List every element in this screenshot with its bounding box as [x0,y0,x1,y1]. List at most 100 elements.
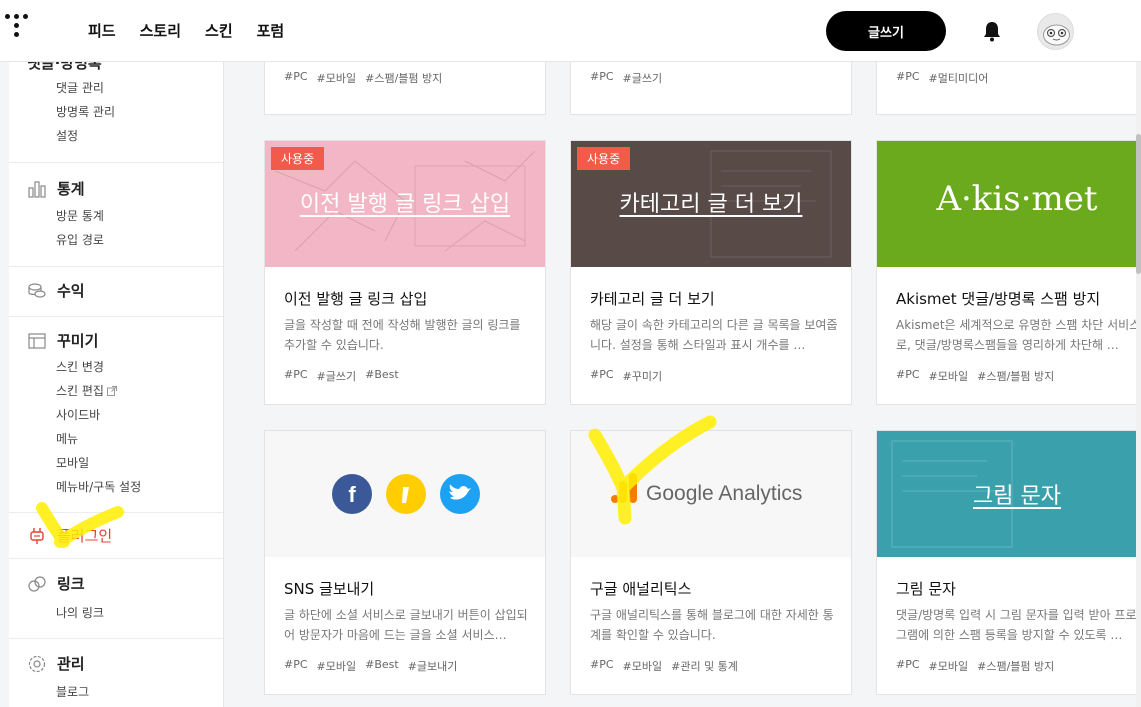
tag[interactable]: #PC [590,368,614,384]
tag[interactable]: #PC [896,70,920,86]
tag[interactable]: #PC [284,70,308,86]
link-icon [28,575,46,592]
plugin-description: 구글 애널리틱스를 통해 블로그에 대한 자세한 통계를 확인할 수 있습니다. [590,608,834,642]
sidebar-item-menu[interactable]: 메뉴 [56,430,78,447]
layout-icon [28,332,46,349]
plugin-card-captcha[interactable]: 그림 문자 그림 문자 댓글/방명록 입력 시 그림 문자를 입력 받아 프로그… [876,430,1136,695]
plugin-thumbnail: 그림 문자 [877,431,1136,557]
plugin-card-akismet[interactable]: A·kis·met Akismet 댓글/방명록 스팸 방지 Akismet은 … [876,140,1136,405]
plugin-thumbnail: Google Analytics [571,431,851,557]
plugin-title: 카테고리 글 더 보기 [590,290,715,308]
gear-icon [28,655,46,672]
sidebar-section-revenue: 수익 [9,266,223,316]
sidebar-item-mobile[interactable]: 모바일 [56,454,89,471]
sidebar-item-guestbook-manage[interactable]: 방명록 관리 [56,103,115,120]
tag[interactable]: #Best [365,658,399,674]
tag[interactable]: #모바일 [929,658,969,674]
nav-skin[interactable]: 스킨 [205,20,233,41]
sidebar-item-customize[interactable]: 꾸미기 [27,330,98,351]
sidebar-item-referrer[interactable]: 유입 경로 [56,231,104,248]
sidebar-item-blog[interactable]: 블로그 [56,683,89,700]
sidebar-item-visit-stats[interactable]: 방문 통계 [56,207,104,224]
plugin-title: 그림 문자 [896,580,956,598]
tag-list: #PC #꾸미기 [590,368,662,384]
tag[interactable]: #글쓰기 [623,70,663,86]
plugin-card[interactable]: #PC #글쓰기 [570,62,852,115]
write-button[interactable]: 글쓰기 [826,11,946,51]
sidebar-section-customize: 꾸미기 스킨 변경 스킨 편집 사이드바 메뉴 모바일 메뉴바/구독 설정 [9,316,223,512]
plugin-card-prev-post-link[interactable]: 사용중 이전 발행 글 링크 삽입 이전 발행 글 링크 삽입 글을 작성할 때… [264,140,546,405]
sidebar: 댓글·방명록 댓글 관리 방명록 관리 설정 통계 방문 통계 유입 경로 수익 [9,62,224,707]
sidebar-item-skin-edit[interactable]: 스킨 편집 [56,382,117,399]
plugin-card-google-analytics[interactable]: Google Analytics 구글 애널리틱스 구글 애널리틱스를 통해 블… [570,430,852,695]
sidebar-item-skin-change[interactable]: 스킨 변경 [56,358,104,375]
tag[interactable]: #모바일 [317,658,357,674]
tag[interactable]: #관리 및 통계 [671,658,738,674]
tag[interactable]: #PC [896,658,920,674]
plugin-title: 이전 발행 글 링크 삽입 [284,290,428,308]
tag[interactable]: #PC [284,368,308,384]
sidebar-item-stats[interactable]: 통계 [27,178,85,199]
tag[interactable]: #글보내기 [408,658,458,674]
nav-feed[interactable]: 피드 [88,20,116,41]
in-use-badge: 사용중 [577,147,631,170]
plugin-thumbnail: A·kis·met [877,141,1136,267]
tistory-logo[interactable] [5,14,29,44]
tag[interactable]: #스팸/블펌 방지 [365,70,442,86]
plug-icon [30,527,44,544]
sidebar-section-plugin: 플러그인 [9,512,223,558]
tag[interactable]: #Best [365,368,399,384]
sidebar-item-label: 링크 [57,575,85,593]
sidebar-section-comments[interactable]: 댓글·방명록 [27,62,102,73]
tag-list: #PC #글쓰기 #Best [284,368,399,384]
nav-story[interactable]: 스토리 [140,20,181,41]
coins-icon [28,282,46,298]
sidebar-item-label: 꾸미기 [57,332,99,350]
tag[interactable]: #꾸미기 [623,368,663,384]
plugin-thumbnail: 사용중 이전 발행 글 링크 삽입 [265,141,545,267]
tag-list: #PC #모바일 #관리 및 통계 [590,658,738,674]
sidebar-item-label: 플러그인 [57,527,113,545]
sidebar-item-label: 관리 [57,655,85,673]
tag[interactable]: #PC [590,658,614,674]
sidebar-item-plugin[interactable]: 플러그인 [27,525,112,546]
plugin-card[interactable]: #PC #멀티미디어 [876,62,1136,115]
sidebar-item-comment-settings[interactable]: 설정 [56,127,78,144]
plugin-card-sns-share[interactable]: f SNS 글보내기 글 하단에 소셜 서비스로 글보내기 버튼이 삽입되어 방… [264,430,546,695]
tag[interactable]: #멀티미디어 [929,70,989,86]
social-buttons: f [332,474,480,514]
tag[interactable]: #스팸/블펌 방지 [977,368,1054,384]
plugin-title: SNS 글보내기 [284,580,375,598]
sidebar-item-sidebar[interactable]: 사이드바 [56,406,100,423]
tag-list: #PC #모바일 #스팸/블펌 방지 [896,658,1054,674]
tag[interactable]: #스팸/블펌 방지 [977,658,1054,674]
tag[interactable]: #모바일 [623,658,663,674]
bell-icon[interactable] [982,20,1002,42]
tag[interactable]: #PC [284,658,308,674]
avatar[interactable] [1037,13,1074,50]
plugin-title: 구글 애널리틱스 [590,580,692,598]
sidebar-item-link[interactable]: 링크 [27,573,85,594]
tag[interactable]: #모바일 [929,368,969,384]
tag-list: #PC #모바일 #Best #글보내기 [284,658,457,674]
sidebar-section-label: 댓글·방명록 [27,62,102,72]
main-nav: 피드 스토리 스킨 포럼 [88,20,284,41]
tag[interactable]: #PC [896,368,920,384]
scrollbar-thumb[interactable] [1136,134,1141,274]
left-gutter [0,62,9,707]
tag[interactable]: #글쓰기 [317,368,357,384]
sidebar-item-label: 통계 [57,180,85,198]
sidebar-item-menubar-subscribe[interactable]: 메뉴바/구독 설정 [56,478,141,495]
sidebar-item-label: 수익 [57,282,85,300]
plugin-card-category-posts[interactable]: 사용중 카테고리 글 더 보기 카테고리 글 더 보기 해당 글이 속한 카테고… [570,140,852,405]
sidebar-section-link: 링크 나의 링크 [9,558,223,634]
sidebar-item-manage[interactable]: 관리 [27,653,85,674]
nav-forum[interactable]: 포럼 [257,20,285,41]
akismet-logo: A·kis·met [936,179,1098,219]
plugin-card[interactable]: #PC #모바일 #스팸/블펌 방지 [264,62,546,115]
tag[interactable]: #PC [590,70,614,86]
sidebar-item-my-link[interactable]: 나의 링크 [56,604,104,621]
sidebar-item-comment-manage[interactable]: 댓글 관리 [56,79,104,96]
sidebar-item-revenue[interactable]: 수익 [27,280,85,301]
tag[interactable]: #모바일 [317,70,357,86]
